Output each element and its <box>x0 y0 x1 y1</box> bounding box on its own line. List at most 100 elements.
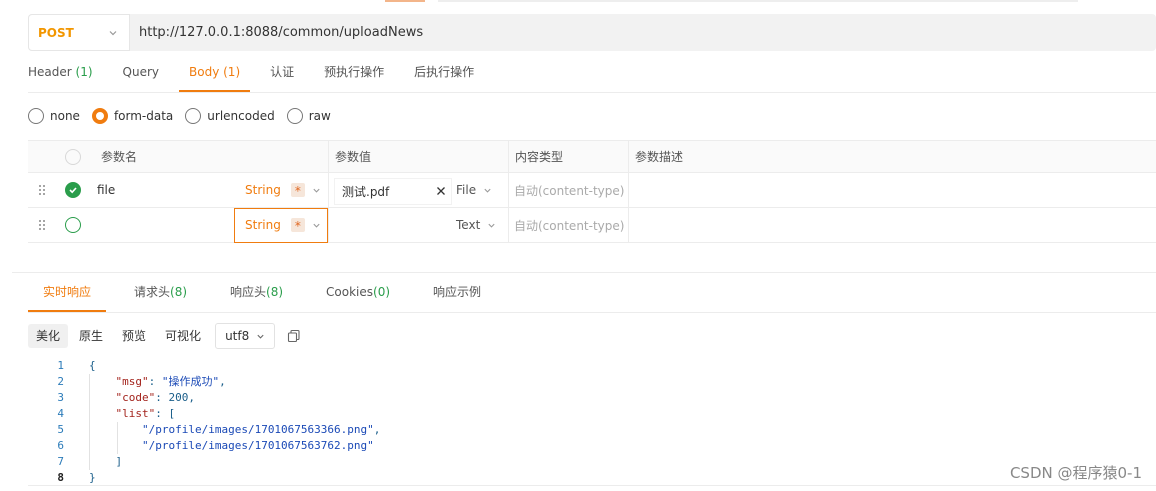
column-divider <box>508 173 509 207</box>
content-type-placeholder: 自动(content-type) <box>514 183 625 198</box>
tab-response-headers[interactable]: 响应头(8) <box>215 278 298 312</box>
tab-label: 认证 <box>270 65 295 79</box>
param-name-input[interactable] <box>97 208 237 242</box>
select-all-checkbox[interactable] <box>65 148 81 165</box>
content-type-input[interactable]: 自动(content-type) <box>514 173 624 207</box>
chevron-down-icon <box>109 31 117 36</box>
copy-icon[interactable] <box>287 329 301 343</box>
chevron-down-icon <box>488 223 495 228</box>
json-string: "/profile/images/1701067563762.png" <box>141 439 374 452</box>
tab-label: 响应头 <box>230 285 267 299</box>
radio-circle <box>286 108 303 124</box>
param-name-input[interactable]: file <box>97 173 115 207</box>
header-param-name: 参数名 <box>101 150 138 164</box>
type-label: String <box>245 218 281 232</box>
method-select[interactable]: POST <box>28 14 130 51</box>
view-visualize-button[interactable]: 可视化 <box>157 324 209 348</box>
request-tabs: Header (1) Query Body (1) 认证 预执行操作 后执行操作 <box>28 58 504 92</box>
param-value-cell: Text <box>329 208 508 242</box>
radio-none[interactable]: none <box>28 108 80 124</box>
radio-form-data[interactable]: form-data <box>91 108 174 124</box>
response-tabs: 实时响应 请求头(8) 响应头(8) Cookies(0) 响应示例 <box>28 278 509 312</box>
type-label: String <box>245 183 281 197</box>
header-description: 参数描述 <box>635 150 684 164</box>
tab-request-headers[interactable]: 请求头(8) <box>119 278 202 312</box>
tab-label: 预执行操作 <box>324 65 385 79</box>
line-number: 5 <box>57 423 64 436</box>
top-strip <box>0 0 1156 6</box>
table-row: file String * 测试.pdf File 自动(content-type… <box>28 173 1156 208</box>
line-number: 2 <box>57 375 64 388</box>
header-cell: 内容类型 <box>515 141 563 172</box>
drag-handle[interactable] <box>38 208 46 242</box>
radio-circle <box>28 108 44 124</box>
chevron-down-icon <box>484 188 491 193</box>
value-type-select[interactable]: File <box>456 183 492 197</box>
file-chip[interactable]: 测试.pdf <box>334 178 452 205</box>
radio-label: raw <box>308 109 331 123</box>
row-checkbox[interactable] <box>65 217 81 233</box>
view-preview-button[interactable]: 预览 <box>114 324 154 348</box>
divider <box>28 485 1156 486</box>
chevron-down-icon <box>257 334 264 339</box>
json-key: "list" <box>115 407 156 420</box>
radio-label: urlencoded <box>207 109 275 123</box>
tab-pre-script[interactable]: 预执行操作 <box>324 58 384 92</box>
chevron-down-icon <box>313 223 320 228</box>
table-header-row: 参数名 参数值 内容类型 参数描述 <box>28 140 1156 173</box>
description-input[interactable] <box>634 173 1154 207</box>
body-type-radios: none form-data urlencoded raw <box>28 106 343 126</box>
drag-handle[interactable] <box>38 173 46 207</box>
param-type-select[interactable]: String * <box>245 208 321 242</box>
radio-label: none <box>50 109 80 123</box>
url-bar: POST http://127.0.0.1:8088/common/upload… <box>28 14 1156 51</box>
check-icon <box>69 187 77 194</box>
header-cell: 参数描述 <box>635 141 683 172</box>
watermark: CSDN @程序猿0-1 <box>1009 464 1142 482</box>
drag-handle-icon <box>39 220 45 230</box>
tab-cookies[interactable]: Cookies(0) <box>311 278 405 312</box>
tab-body[interactable]: Body (1) <box>178 58 251 92</box>
param-type-select[interactable]: String * <box>245 173 321 207</box>
chevron-down-icon <box>313 188 320 193</box>
tab-header[interactable]: Header (1) <box>28 58 93 92</box>
encoding-select[interactable]: utf8 <box>215 323 276 349</box>
view-pretty-button[interactable]: 美化 <box>28 324 69 348</box>
drag-handle-icon <box>39 185 45 195</box>
tab-auth[interactable]: 认证 <box>270 58 294 92</box>
tab-query[interactable]: Query <box>123 58 159 92</box>
tab-bar-fragment <box>438 0 1078 2</box>
tab-live-response[interactable]: 实时响应 <box>28 278 107 312</box>
tab-label: Header <box>28 65 72 79</box>
radio-raw[interactable]: raw <box>286 108 331 124</box>
tab-label: 后执行操作 <box>414 65 475 79</box>
required-marker: * <box>290 183 305 198</box>
encoding-label: utf8 <box>225 329 250 343</box>
column-divider <box>628 208 629 242</box>
tab-count: (1) <box>223 65 241 79</box>
row-checkbox[interactable] <box>65 182 81 198</box>
column-divider <box>508 208 509 242</box>
row-checkbox-cell <box>65 208 81 242</box>
json-string: "/profile/images/1701067563366.png" <box>141 423 374 436</box>
view-raw-button[interactable]: 原生 <box>71 324 111 348</box>
view-mode-toolbar: 美化 原生 预览 可视化 utf8 <box>28 323 301 349</box>
tab-count: (0) <box>373 285 391 299</box>
tab-post-script[interactable]: 后执行操作 <box>414 58 474 92</box>
radio-urlencoded[interactable]: urlencoded <box>185 108 275 124</box>
url-input[interactable]: http://127.0.0.1:8088/common/uploadNews <box>130 25 423 40</box>
line-number: 4 <box>57 407 64 420</box>
json-key: "msg" <box>115 375 149 388</box>
description-input[interactable] <box>634 208 1154 242</box>
value-type-select[interactable]: Text <box>456 218 496 232</box>
close-icon[interactable] <box>434 184 448 198</box>
radio-label: form-data <box>113 109 174 123</box>
tab-label: Query <box>122 65 159 79</box>
line-number: 8 <box>57 471 64 484</box>
row-checkbox-cell <box>65 173 81 207</box>
tab-response-examples[interactable]: 响应示例 <box>418 278 496 312</box>
param-name: file <box>97 183 116 197</box>
column-divider <box>508 141 509 172</box>
content-type-input[interactable]: 自动(content-type) <box>514 208 624 242</box>
required-marker: * <box>290 218 305 233</box>
